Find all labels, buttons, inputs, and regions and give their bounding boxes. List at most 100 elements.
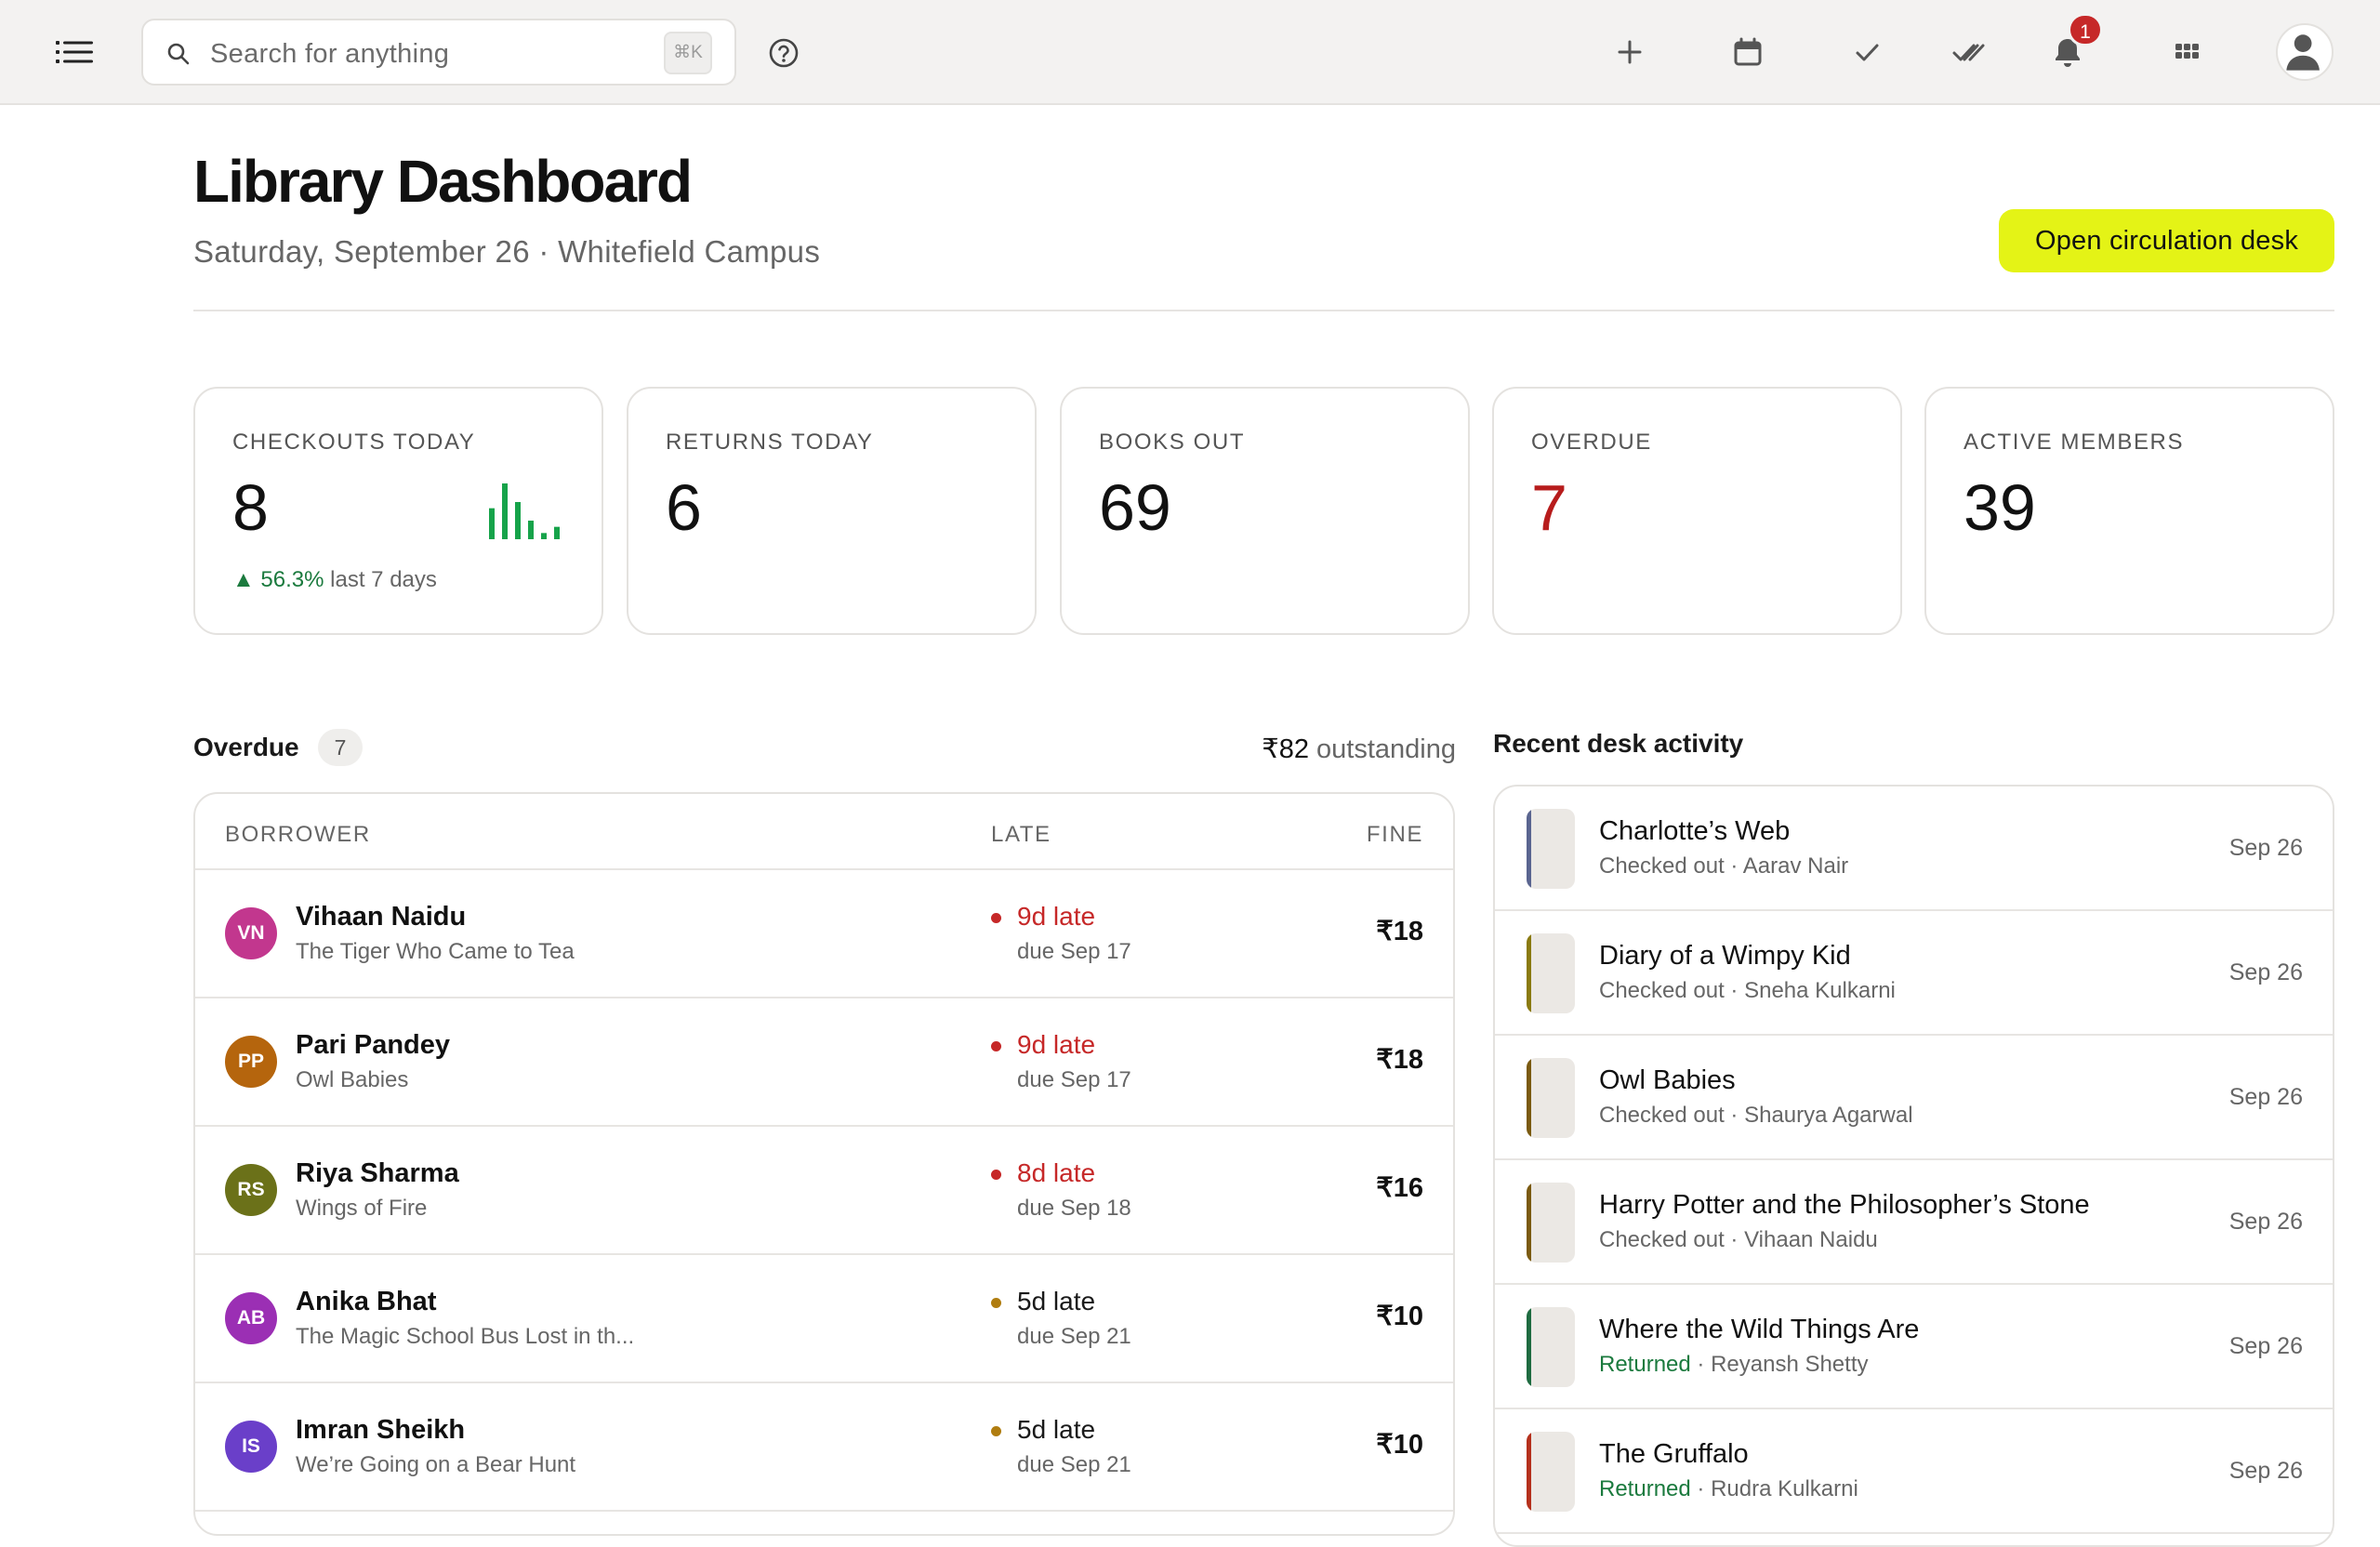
plus-icon[interactable] [1611,33,1648,71]
activity-action: Checked out [1599,853,1725,879]
activity-separator: · [1724,1103,1745,1128]
borrower-name[interactable]: Vihaan Naidu [296,902,466,932]
activity-person: Aarav Nair [1742,853,1849,879]
page-title: Library Dashboard [193,148,693,215]
activity-item[interactable]: Where the Wild Things Are Returned · Reya… [1495,1285,2333,1409]
activity-person: Reyansh Shetty [1711,1352,1869,1377]
open-circulation-desk-button[interactable]: Open circulation desk [1999,209,2334,272]
outstanding-label: outstanding [1316,734,1456,764]
activity-person: Shaurya Agarwal [1744,1103,1913,1128]
activity-book-title[interactable]: Charlotte’s Web [1599,816,1790,847]
stat-value: 8 [232,471,269,544]
activity-meta: Returned · Rudra Kulkarni [1599,1476,1858,1502]
trend-up-icon: ▲ [232,567,261,592]
search-input[interactable]: Search for anything ⌘K [141,19,736,86]
borrower-name[interactable]: Riya Sharma [296,1158,459,1189]
late-duration: 5d late [1017,1287,1096,1316]
borrower-name[interactable]: Imran Sheikh [296,1415,465,1446]
notification-badge: 1 [2068,13,2103,46]
activity-date: Sep 26 [2228,959,2303,985]
book-title: We’re Going on a Bear Hunt [296,1452,576,1477]
severity-dot [991,1426,1001,1436]
stat-label: BOOKS OUT [1099,430,1246,455]
shortcut-hint: ⌘K [664,32,712,74]
spark-bar [541,533,547,539]
activity-book-title[interactable]: Where the Wild Things Are [1599,1315,1919,1345]
stat-card-checkouts[interactable]: CHECKOUTS TODAY 8 ▲ 56.3% last 7 days [193,387,603,635]
book-cover-icon [1527,933,1575,1013]
top-bar: Search for anything ⌘K 1 [0,0,2380,105]
activity-item[interactable]: Owl Babies Checked out · Shaurya Agarwal S… [1495,1036,2333,1160]
due-date: due Sep 21 [1017,1452,1131,1477]
table-row[interactable]: AB Anika Bhat The Magic School Bus Lost in… [195,1255,1453,1383]
column-header-borrower[interactable]: BORROWER [225,822,371,848]
due-date: due Sep 17 [1017,1067,1131,1092]
user-avatar[interactable] [2276,23,2334,81]
activity-item[interactable]: Harry Potter and the Philosopher’s Stone… [1495,1160,2333,1285]
book-cover-icon [1527,1058,1575,1138]
sparkline-chart [489,483,560,539]
spark-bar [528,521,534,539]
stat-card-returns[interactable]: RETURNS TODAY 6 [627,387,1037,635]
header-divider [193,310,2334,311]
table-row[interactable]: IS Imran Sheikh We’re Going on a Bear Hunt… [195,1383,1453,1512]
activity-date: Sep 26 [2228,1209,2303,1235]
activity-separator: · [1724,1227,1745,1252]
stat-label: CHECKOUTS TODAY [232,430,476,455]
fine-amount: ₹10 [1376,1302,1423,1331]
help-icon[interactable] [768,37,800,69]
activity-book-title[interactable]: Owl Babies [1599,1065,1736,1096]
borrower-name[interactable]: Pari Pandey [296,1030,450,1061]
due-date: due Sep 18 [1017,1196,1131,1221]
column-header-late[interactable]: LATE [991,822,1051,848]
late-duration: 5d late [1017,1415,1096,1444]
activity-section-title: Recent desk activity [1493,729,1744,758]
borrower-name[interactable]: Anika Bhat [296,1287,436,1317]
stat-trend: ▲ 56.3% last 7 days [232,567,437,593]
activity-meta: Checked out · Shaurya Agarwal [1599,1103,1913,1129]
activity-item[interactable]: The Gruffalo Returned · Rudra Kulkarni Sep… [1495,1409,2333,1534]
menu-icon[interactable] [54,35,95,69]
stat-label: OVERDUE [1531,430,1652,455]
trend-value: 56.3% [260,567,324,592]
apps-grid-icon[interactable] [2168,33,2205,71]
stat-label: ACTIVE MEMBERS [1964,430,2185,455]
stat-card-active-members[interactable]: ACTIVE MEMBERS 39 [1924,387,2334,635]
spark-bar [554,526,560,539]
table-row[interactable]: RS Riya Sharma Wings of Fire 8d late due Sep… [195,1127,1453,1255]
borrower-avatar: RS [225,1164,277,1216]
late-duration: 9d late [1017,1030,1096,1059]
double-check-icon[interactable] [1951,33,1989,71]
book-title: The Tiger Who Came to Tea [296,939,575,964]
table-header: BORROWER LATE FINE [195,794,1453,870]
activity-book-title[interactable]: Harry Potter and the Philosopher’s Stone [1599,1190,2090,1221]
overdue-section-title: Overdue [193,733,299,761]
stat-card-books-out[interactable]: BOOKS OUT 69 [1060,387,1470,635]
borrower-avatar: PP [225,1036,277,1088]
table-row[interactable]: VN Vihaan Naidu The Tiger Who Came to Tea 9… [195,870,1453,998]
activity-item[interactable]: Diary of a Wimpy Kid Checked out · Sneha … [1495,911,2333,1036]
late-duration: 9d late [1017,902,1096,931]
column-header-fine[interactable]: FINE [1367,822,1423,848]
activity-action: Checked out [1599,1103,1725,1128]
stat-card-overdue[interactable]: OVERDUE 7 [1492,387,1902,635]
activity-action: Checked out [1599,1227,1725,1252]
activity-separator: · [1690,1352,1712,1377]
activity-separator: · [1724,853,1743,879]
activity-item[interactable]: Charlotte’s Web Checked out · Aarav Nair S… [1495,787,2333,911]
check-icon[interactable] [1848,33,1885,71]
activity-meta: Checked out · Aarav Nair [1599,853,1848,879]
activity-person: Vihaan Naidu [1744,1227,1878,1252]
activity-date: Sep 26 [2228,1458,2303,1484]
book-cover-icon [1527,809,1575,889]
book-cover-icon [1527,1307,1575,1387]
search-placeholder: Search for anything [210,39,450,69]
due-date: due Sep 21 [1017,1324,1131,1349]
table-row[interactable]: PP Pari Pandey Owl Babies 9d late due Sep 17… [195,998,1453,1127]
fine-amount: ₹16 [1376,1173,1423,1203]
page-subtitle: Saturday, September 26 · Whitefield Camp… [193,234,821,269]
calendar-icon[interactable] [1729,33,1766,71]
activity-book-title[interactable]: The Gruffalo [1599,1439,1749,1470]
fine-amount: ₹18 [1376,917,1423,946]
activity-book-title[interactable]: Diary of a Wimpy Kid [1599,941,1851,972]
